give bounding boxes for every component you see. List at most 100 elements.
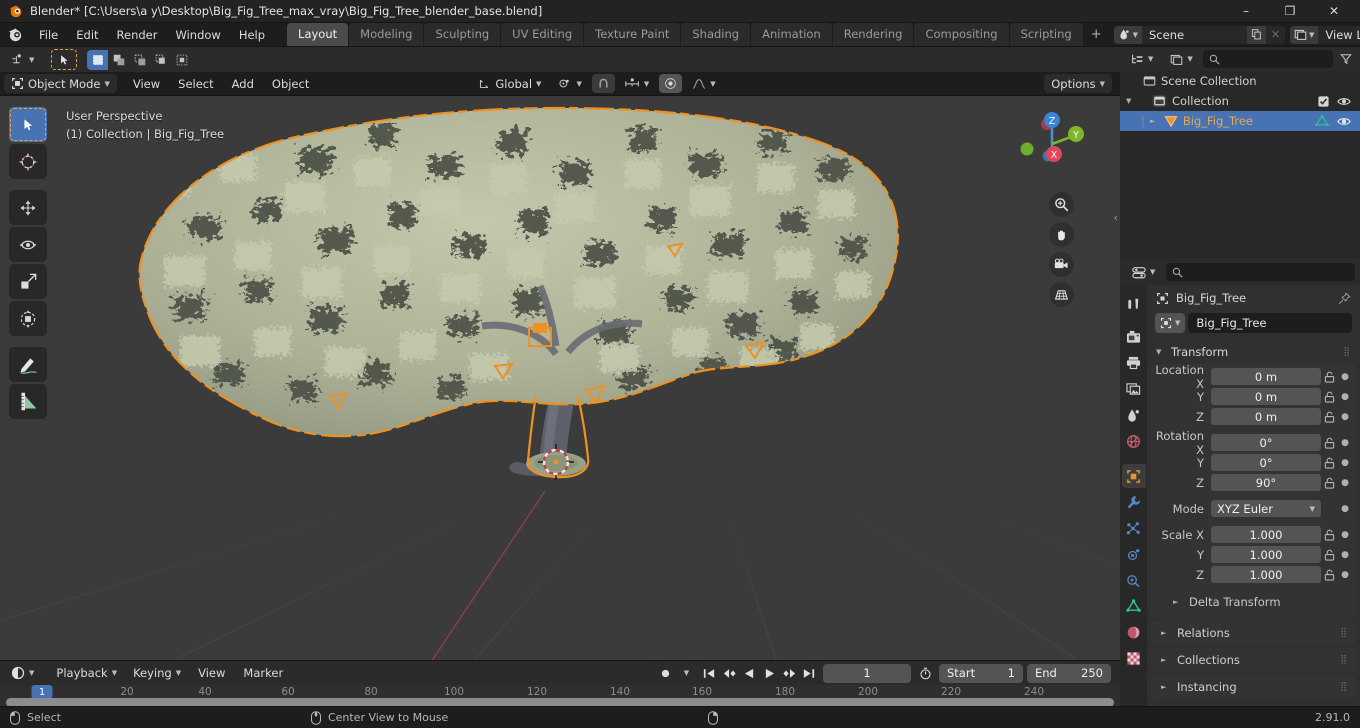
tab-sculpting[interactable]: Sculpting [424,23,501,46]
tab-render[interactable] [1122,325,1146,349]
rotation-y-animate-button[interactable]: ● [1338,458,1352,468]
minimize-button[interactable]: – [1224,0,1268,23]
outliner-search-input[interactable] [1202,50,1333,68]
object-name-field[interactable]: Big_Fig_Tree [1188,313,1352,333]
menu-render[interactable]: Render [108,25,167,45]
auto-keying-button[interactable] [653,663,678,683]
proportional-edit-toggle[interactable] [659,74,683,93]
location-y-field[interactable]: 0 m [1211,388,1321,405]
rotation-x-field[interactable]: 0° [1211,434,1321,451]
select-extend-button[interactable] [108,50,129,70]
instancing-panel-header[interactable]: ► Instancing ⣿ [1151,675,1356,699]
outliner-row-collection[interactable]: ▼ Collection [1120,91,1360,111]
mesh-data-icon[interactable] [1315,115,1329,127]
disclosure-triangle-icon[interactable]: ► [1150,117,1159,125]
maximize-button[interactable]: ❐ [1268,0,1312,23]
outliner-display-mode-button[interactable]: ▼ [1163,49,1200,69]
collections-panel-header[interactable]: ► Collections ⣿ [1151,648,1356,672]
use-preview-range-button[interactable] [915,663,935,683]
timeline-ruler[interactable]: 20 40 60 80 100 120 140 160 180 200 220 … [0,685,1120,707]
snap-pivot-selector[interactable]: ▼ [551,74,588,93]
viewport-menu-add[interactable]: Add [224,75,262,93]
location-z-field[interactable]: 0 m [1211,408,1321,425]
outliner-filter-button[interactable] [1336,53,1356,65]
delta-transform-panel-header[interactable]: ► Delta Transform [1151,591,1356,612]
rotation-z-lock-icon[interactable] [1321,477,1338,489]
navigation-gizmo[interactable]: Z Y X [1014,106,1092,184]
pin-icon[interactable] [1338,291,1351,305]
timeline-editor-type-button[interactable]: ▼ [4,663,42,683]
jump-to-start-button[interactable] [699,663,719,683]
outliner-row-scene-collection[interactable]: Scene Collection [1120,71,1360,91]
rotation-x-animate-button[interactable]: ● [1338,438,1352,448]
menu-help[interactable]: Help [230,25,274,45]
tool-cursor[interactable] [9,144,47,179]
add-workspace-button[interactable]: + [1084,27,1109,42]
timeline-playhead[interactable]: 1 [31,685,53,699]
start-frame-field[interactable]: Start 1 [939,663,1023,683]
select-intersect-button[interactable] [171,50,192,70]
rotation-y-field[interactable]: 0° [1211,454,1321,471]
location-z-lock-icon[interactable] [1321,411,1338,423]
play-reverse-button[interactable] [739,663,759,683]
tool-measure[interactable] [9,384,47,419]
tool-transform[interactable] [9,301,47,336]
scale-x-animate-button[interactable]: ● [1338,530,1352,540]
snap-settings-selector[interactable]: ▼ [618,74,656,93]
scale-y-field[interactable]: 1.000 [1211,546,1321,563]
select-invert-button[interactable] [150,50,171,70]
pan-button[interactable] [1049,222,1074,247]
scene-name[interactable]: Scene [1142,28,1247,42]
tab-particles[interactable] [1122,516,1146,540]
location-x-field[interactable]: 0 m [1211,368,1321,385]
transform-orientation-selector[interactable]: Global ▼ [471,74,548,93]
tab-modifiers[interactable] [1122,490,1146,514]
relations-panel-header[interactable]: ► Relations ⣿ [1151,621,1356,645]
disclosure-triangle-icon[interactable]: ▼ [1126,97,1135,105]
tab-compositing[interactable]: Compositing [914,23,1009,46]
rotation-x-lock-icon[interactable] [1321,437,1338,449]
blender-menu-icon[interactable] [7,26,24,43]
scale-z-field[interactable]: 1.000 [1211,566,1321,583]
delete-scene-button[interactable]: ✕ [1266,26,1285,44]
properties-editor-type-button[interactable]: ▼ [1125,262,1163,282]
viewport-menu-view[interactable]: View [125,75,168,93]
tab-world[interactable] [1122,429,1146,453]
toggle-orthographic-button[interactable] [1049,282,1074,307]
editor-type-button[interactable]: ▼ [4,50,42,69]
tab-rendering[interactable]: Rendering [832,23,914,46]
timeline-menu-playback[interactable]: Playback ▼ [49,664,124,683]
camera-view-button[interactable] [1049,252,1074,277]
tool-tweak[interactable] [9,107,47,142]
location-z-animate-button[interactable]: ● [1338,412,1352,422]
tab-scripting[interactable]: Scripting [1009,23,1083,46]
tab-output[interactable] [1122,351,1146,375]
object-browse-button[interactable]: ▼ [1155,313,1186,333]
rotation-z-animate-button[interactable]: ● [1338,478,1352,488]
zoom-button[interactable] [1049,192,1074,217]
rotation-mode-animate-button[interactable]: ● [1338,504,1352,514]
view-layer-name[interactable]: View Layer [1318,28,1360,42]
location-y-lock-icon[interactable] [1321,391,1338,403]
snap-toggle-button[interactable] [591,74,615,93]
outliner-editor-type-button[interactable]: ▼ [1124,49,1161,69]
sidebar-expand-arrow[interactable]: ‹ [1114,211,1118,224]
next-keyframe-button[interactable] [779,663,799,683]
tab-scene[interactable] [1122,403,1146,427]
tab-uv-editing[interactable]: UV Editing [501,23,584,46]
tab-modeling[interactable]: Modeling [349,23,424,46]
view-layer-browse-icon[interactable]: ▼ [1290,25,1319,44]
object-mode-selector[interactable]: Object Mode ▼ [4,74,117,93]
scale-y-animate-button[interactable]: ● [1338,550,1352,560]
tab-physics[interactable] [1122,542,1146,566]
location-x-lock-icon[interactable] [1321,371,1338,383]
location-y-animate-button[interactable]: ● [1338,392,1352,402]
falloff-selector[interactable]: ▼ [685,74,722,93]
tab-texture[interactable] [1122,646,1146,670]
viewport-menu-select[interactable]: Select [170,75,221,93]
end-frame-field[interactable]: End 250 [1027,663,1111,683]
scene-selector[interactable]: ▼ Scene ✕ [1113,25,1285,44]
gizmo-neg-y[interactable] [1020,142,1034,156]
eye-icon[interactable] [1337,96,1351,107]
select-set-button[interactable] [87,49,109,70]
